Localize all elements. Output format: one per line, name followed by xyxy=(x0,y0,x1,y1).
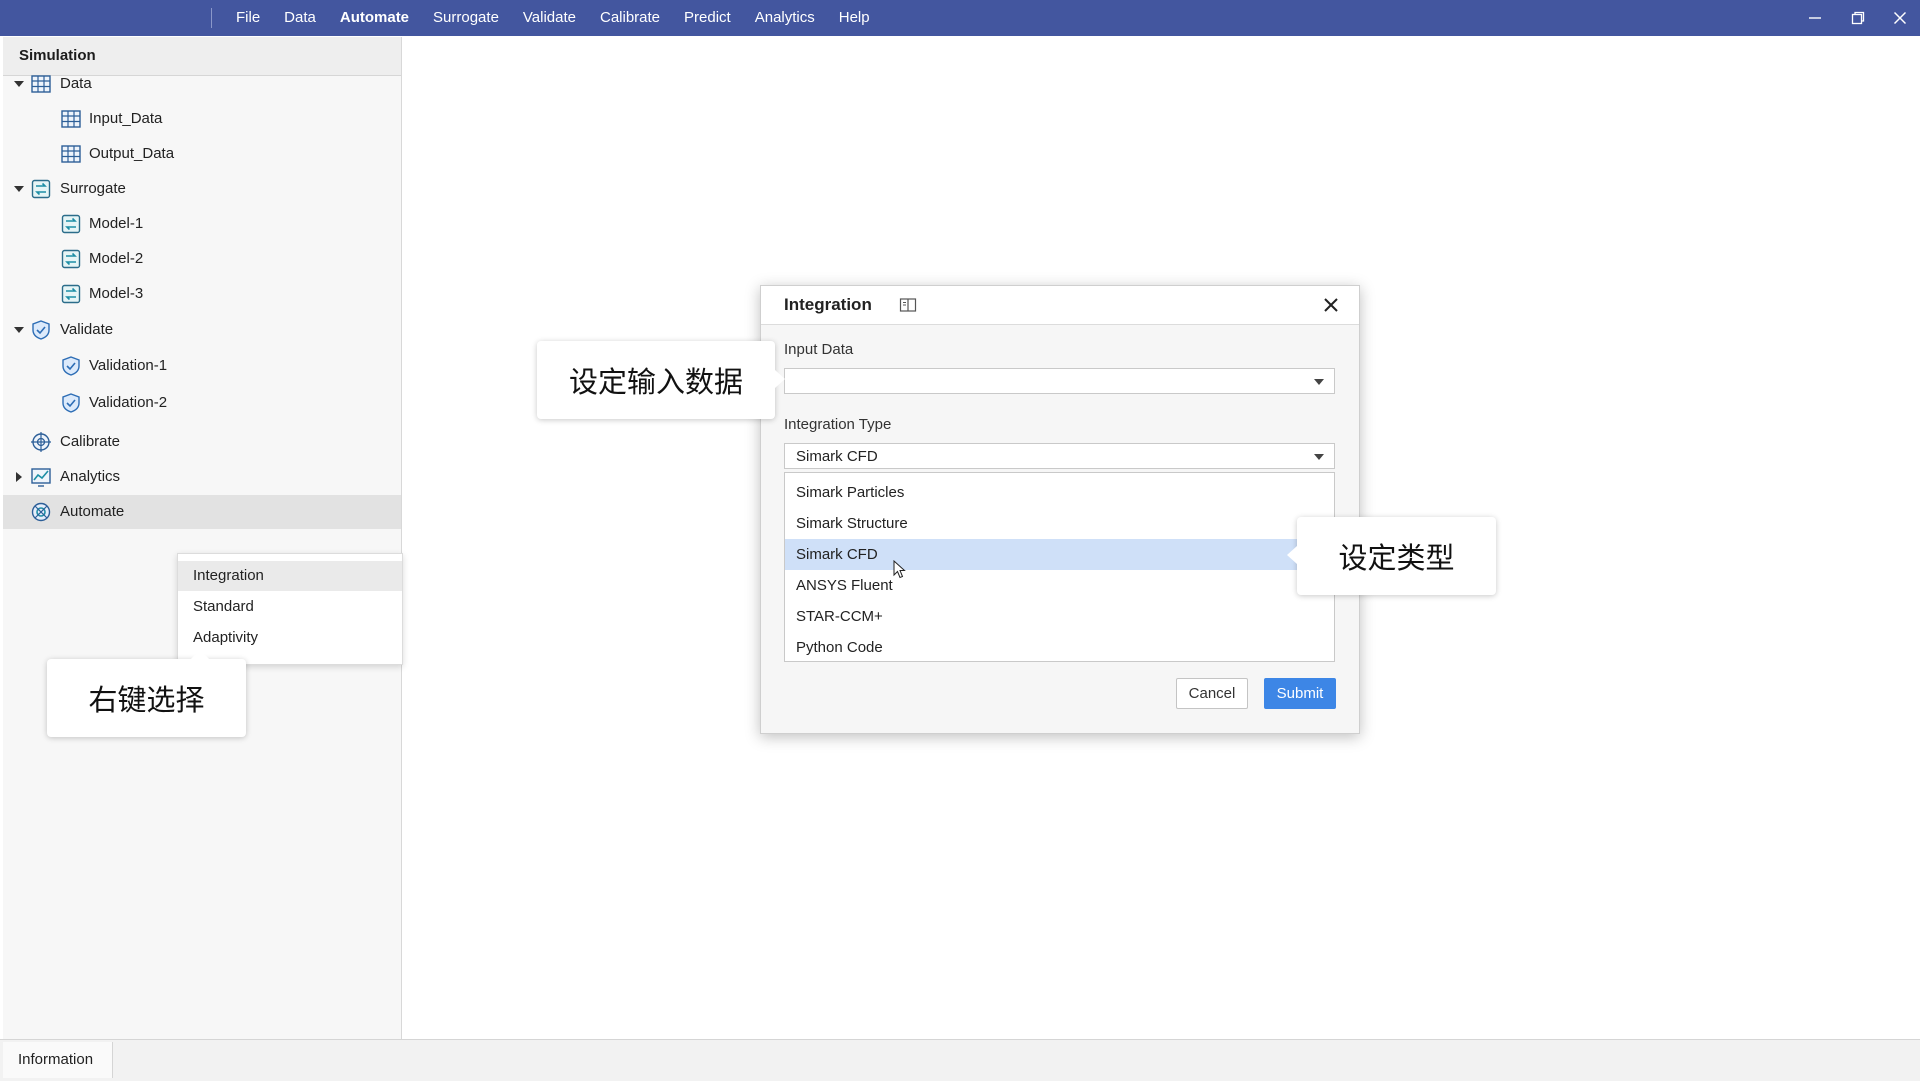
menu-data[interactable]: Data xyxy=(272,0,328,36)
tree-item-label: Calibrate xyxy=(60,433,121,450)
main-menu: File Data Automate Surrogate Validate Ca… xyxy=(224,0,882,36)
callout-right-click-text: 右键选择 xyxy=(88,683,205,717)
expand-arrow-right-icon[interactable] xyxy=(13,471,25,483)
surrogate-icon xyxy=(60,213,82,235)
menu-validate[interactable]: Validate xyxy=(511,0,588,36)
menu-surrogate[interactable]: Surrogate xyxy=(421,0,511,36)
tree-item-model-3[interactable]: Model-3 xyxy=(3,277,401,311)
surrogate-icon xyxy=(60,283,82,305)
context-item-standard[interactable]: Standard xyxy=(178,592,402,622)
close-icon xyxy=(1893,11,1907,25)
tree-item-label: Analytics xyxy=(60,468,121,485)
callout-pointer xyxy=(775,370,785,388)
shield-icon xyxy=(60,355,82,377)
book-icon[interactable] xyxy=(899,297,917,313)
menu-calibrate[interactable]: Calibrate xyxy=(588,0,672,36)
surrogate-icon xyxy=(60,248,82,270)
automate-icon xyxy=(30,501,52,523)
chevron-down-icon xyxy=(1314,379,1324,385)
menu-predict[interactable]: Predict xyxy=(672,0,743,36)
menu-automate[interactable]: Automate xyxy=(328,0,421,36)
title-menu-bar: File Data Automate Surrogate Validate Ca… xyxy=(0,0,1920,36)
tree-item-label: Surrogate xyxy=(60,180,126,197)
chart-icon xyxy=(30,466,52,488)
restore-icon xyxy=(1851,11,1865,25)
menu-analytics[interactable]: Analytics xyxy=(743,0,827,36)
expand-arrow-down-icon[interactable] xyxy=(13,78,25,90)
simulation-panel: Simulation Data Input_Data Output_Data Surr… xyxy=(3,37,402,1039)
table-icon xyxy=(60,108,82,130)
tree-item-analytics[interactable]: Analytics xyxy=(3,460,401,494)
tree-item-label: Validation-2 xyxy=(89,394,168,411)
shield-icon xyxy=(60,392,82,414)
callout-type-text: 设定类型 xyxy=(1338,541,1455,575)
callout-pointer xyxy=(191,649,209,659)
minimize-icon xyxy=(1809,17,1821,19)
option-star-ccm[interactable]: STAR-CCM+ xyxy=(785,601,1334,632)
integration-type-dropdown: Simark Particles Simark Structure Simark… xyxy=(784,472,1335,662)
shield-icon xyxy=(30,319,52,341)
option-python-code[interactable]: Python Code xyxy=(785,632,1334,663)
dialog-header: Integration xyxy=(761,286,1359,325)
option-simark-structure[interactable]: Simark Structure xyxy=(785,508,1334,539)
expand-arrow-down-icon[interactable] xyxy=(13,324,25,336)
context-item-adaptivity[interactable]: Adaptivity xyxy=(178,623,402,653)
menu-separator xyxy=(211,8,212,28)
integration-type-select[interactable]: Simark CFD xyxy=(784,443,1335,469)
cancel-button[interactable]: Cancel xyxy=(1176,678,1248,709)
integration-type-label: Integration Type xyxy=(784,416,892,433)
submit-button[interactable]: Submit xyxy=(1264,678,1336,709)
context-menu: Integration Standard Adaptivity xyxy=(177,553,403,665)
tree-item-automate[interactable]: Automate xyxy=(3,495,401,529)
tree-item-label: Output_Data xyxy=(89,145,175,162)
expand-arrow-down-icon[interactable] xyxy=(13,183,25,195)
tree-item-validate[interactable]: Validate xyxy=(3,313,401,347)
tree-item-label: Validate xyxy=(60,321,114,338)
tree-item-label: Data xyxy=(60,75,92,92)
callout-input-data-text: 设定输入数据 xyxy=(568,365,743,399)
tree-item-data[interactable]: Data xyxy=(3,67,401,101)
callout-right-click: 右键选择 xyxy=(47,649,246,737)
callout-type: 设定类型 xyxy=(1287,517,1496,595)
tree-item-label: Model-2 xyxy=(89,250,144,267)
crosshair-icon xyxy=(30,431,52,453)
tree-item-label: Automate xyxy=(60,503,125,520)
option-simark-cfd[interactable]: Simark CFD xyxy=(785,539,1334,570)
tree-item-label: Validation-1 xyxy=(89,357,168,374)
tree-item-output-data[interactable]: Output_Data xyxy=(3,137,401,171)
mouse-cursor-icon xyxy=(893,560,906,579)
surrogate-icon xyxy=(30,178,52,200)
tree-item-surrogate[interactable]: Surrogate xyxy=(3,172,401,206)
tree-item-validation-1[interactable]: Validation-1 xyxy=(3,349,401,383)
input-data-label: Input Data xyxy=(784,341,854,358)
close-icon[interactable] xyxy=(1321,295,1341,315)
tree-item-model-2[interactable]: Model-2 xyxy=(3,242,401,276)
information-bar: Information xyxy=(0,1039,1920,1081)
menu-file[interactable]: File xyxy=(224,0,272,36)
menu-help[interactable]: Help xyxy=(827,0,882,36)
tree-item-label: Input_Data xyxy=(89,110,163,127)
tree-item-calibrate[interactable]: Calibrate xyxy=(3,425,401,459)
dialog-title: Integration xyxy=(784,295,872,314)
integration-dialog: Integration Input Data Integration Type … xyxy=(760,285,1360,734)
tree-item-model-1[interactable]: Model-1 xyxy=(3,207,401,241)
context-item-integration[interactable]: Integration xyxy=(178,561,402,591)
tree-item-label: Model-1 xyxy=(89,215,144,232)
tree-item-label: Model-3 xyxy=(89,285,144,302)
tab-information[interactable]: Information xyxy=(3,1042,113,1078)
integration-type-value: Simark CFD xyxy=(796,448,878,465)
input-data-select[interactable] xyxy=(784,368,1335,394)
callout-input-data: 设定输入数据 xyxy=(537,341,785,419)
option-simark-particles[interactable]: Simark Particles xyxy=(785,477,1334,508)
table-icon xyxy=(30,73,52,95)
table-icon xyxy=(60,143,82,165)
chevron-down-icon xyxy=(1314,454,1324,460)
close-window-button[interactable] xyxy=(1880,0,1920,36)
tree-item-input-data[interactable]: Input_Data xyxy=(3,102,401,136)
option-ansys-fluent[interactable]: ANSYS Fluent xyxy=(785,570,1334,601)
callout-pointer xyxy=(1287,546,1297,564)
restore-button[interactable] xyxy=(1838,0,1878,36)
tree-item-validation-2[interactable]: Validation-2 xyxy=(3,386,401,420)
minimize-button[interactable] xyxy=(1795,0,1835,36)
